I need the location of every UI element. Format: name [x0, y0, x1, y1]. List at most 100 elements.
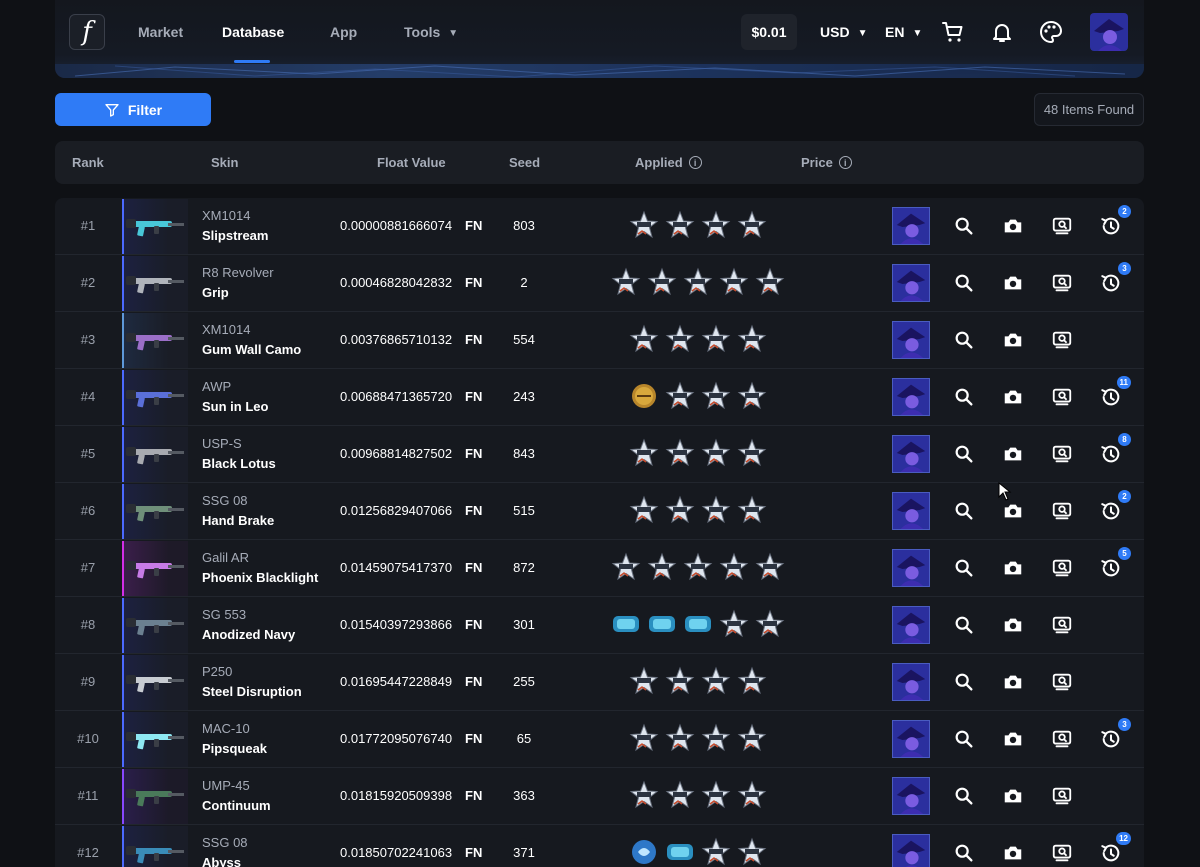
table-row[interactable]: #4 AWP Sun in Leo 0.00688471365720 FN 243 11 [55, 369, 1144, 426]
sticker-icon[interactable] [701, 381, 731, 411]
inspect-search-icon[interactable] [953, 842, 975, 864]
sticker-icon[interactable] [647, 552, 677, 582]
sticker-icon[interactable] [737, 495, 767, 525]
weapon-thumbnail[interactable] [122, 427, 188, 482]
table-row[interactable]: #12 SSG 08 Abyss 0.01850702241063 FN 371 12 [55, 825, 1144, 867]
owner-avatar[interactable] [892, 720, 930, 758]
sticker-icon[interactable] [665, 837, 695, 867]
inspect-in-game-icon[interactable] [1051, 671, 1073, 693]
inspect-search-icon[interactable] [953, 386, 975, 408]
info-icon[interactable]: i [838, 156, 852, 169]
currency-select[interactable]: USD ▼ [820, 24, 867, 40]
inspect-in-game-icon[interactable] [1051, 557, 1073, 579]
sticker-icon[interactable] [683, 552, 713, 582]
sticker-icon[interactable] [737, 324, 767, 354]
weapon-thumbnail[interactable] [122, 256, 188, 311]
history-button[interactable]: 2 [1100, 205, 1131, 237]
sticker-icon[interactable] [665, 495, 695, 525]
owner-avatar[interactable] [892, 207, 930, 245]
screenshot-camera-icon[interactable] [1002, 842, 1024, 864]
sticker-icon[interactable] [719, 552, 749, 582]
sticker-icon[interactable] [737, 723, 767, 753]
screenshot-camera-icon[interactable] [1002, 215, 1024, 237]
sticker-icon[interactable] [629, 495, 659, 525]
sticker-icon[interactable] [737, 210, 767, 240]
screenshot-camera-icon[interactable] [1002, 329, 1024, 351]
skin-name[interactable]: Continuum [202, 798, 271, 813]
sticker-icon[interactable] [701, 837, 731, 867]
table-row[interactable]: #3 XM1014 Gum Wall Camo 0.00376865710132 FN 5… [55, 312, 1144, 369]
nav-tools[interactable]: Tools ▼ [404, 24, 458, 40]
sticker-icon[interactable] [701, 210, 731, 240]
owner-avatar[interactable] [892, 492, 930, 530]
sticker-icon[interactable] [755, 552, 785, 582]
history-button[interactable]: 11 [1100, 376, 1131, 408]
table-row[interactable]: #1 XM1014 Slipstream 0.00000881666074 FN 803 2 [55, 198, 1144, 255]
weapon-thumbnail[interactable] [122, 769, 188, 824]
history-button[interactable]: 12 [1100, 832, 1131, 864]
bell-icon[interactable] [990, 20, 1014, 44]
inspect-in-game-icon[interactable] [1051, 728, 1073, 750]
skin-name[interactable]: Black Lotus [202, 456, 276, 471]
skin-name[interactable]: Abyss [202, 855, 241, 867]
sticker-icon[interactable] [629, 837, 659, 867]
inspect-search-icon[interactable] [953, 614, 975, 636]
inspect-search-icon[interactable] [953, 272, 975, 294]
nav-app[interactable]: App [330, 24, 357, 40]
history-button[interactable]: 3 [1100, 718, 1131, 750]
weapon-thumbnail[interactable] [122, 598, 188, 653]
site-logo[interactable]: f [69, 14, 105, 50]
sticker-icon[interactable] [683, 267, 713, 297]
skin-name[interactable]: Hand Brake [202, 513, 274, 528]
inspect-search-icon[interactable] [953, 785, 975, 807]
sticker-icon[interactable] [719, 267, 749, 297]
skin-name[interactable]: Grip [202, 285, 229, 300]
inspect-search-icon[interactable] [953, 557, 975, 579]
owner-avatar[interactable] [892, 264, 930, 302]
info-icon[interactable]: i [688, 156, 702, 169]
table-row[interactable]: #2 R8 Revolver Grip 0.00046828042832 FN 2 3 [55, 255, 1144, 312]
sticker-icon[interactable] [665, 381, 695, 411]
owner-avatar[interactable] [892, 378, 930, 416]
owner-avatar[interactable] [892, 435, 930, 473]
sticker-icon[interactable] [611, 609, 641, 639]
weapon-thumbnail[interactable] [122, 541, 188, 596]
history-button[interactable]: 5 [1100, 547, 1131, 579]
column-seed[interactable]: Seed [509, 155, 540, 170]
balance-display[interactable]: $0.01 [741, 14, 797, 50]
inspect-in-game-icon[interactable] [1051, 500, 1073, 522]
weapon-thumbnail[interactable] [122, 313, 188, 368]
sticker-icon[interactable] [629, 780, 659, 810]
inspect-search-icon[interactable] [953, 728, 975, 750]
skin-name[interactable]: Phoenix Blacklight [202, 570, 318, 585]
sticker-icon[interactable] [665, 666, 695, 696]
screenshot-camera-icon[interactable] [1002, 671, 1024, 693]
skin-name[interactable]: Gum Wall Camo [202, 342, 301, 357]
column-rank[interactable]: Rank [72, 155, 104, 170]
skin-name[interactable]: Pipsqueak [202, 741, 267, 756]
weapon-thumbnail[interactable] [122, 370, 188, 425]
sticker-icon[interactable] [737, 837, 767, 867]
sticker-icon[interactable] [755, 609, 785, 639]
column-float-value[interactable]: Float Value [377, 155, 446, 170]
sticker-icon[interactable] [737, 438, 767, 468]
language-select[interactable]: EN ▼ [885, 24, 922, 40]
inspect-search-icon[interactable] [953, 500, 975, 522]
sticker-icon[interactable] [737, 780, 767, 810]
sticker-icon[interactable] [755, 267, 785, 297]
weapon-thumbnail[interactable] [122, 712, 188, 767]
column-price[interactable]: Price i [801, 155, 852, 170]
table-row[interactable]: #5 USP-S Black Lotus 0.00968814827502 FN 843 8 [55, 426, 1144, 483]
sticker-icon[interactable] [701, 780, 731, 810]
sticker-icon[interactable] [665, 780, 695, 810]
screenshot-camera-icon[interactable] [1002, 386, 1024, 408]
screenshot-camera-icon[interactable] [1002, 557, 1024, 579]
table-row[interactable]: #7 Galil AR Phoenix Blacklight 0.0145907541… [55, 540, 1144, 597]
weapon-thumbnail[interactable] [122, 484, 188, 539]
inspect-in-game-icon[interactable] [1051, 272, 1073, 294]
sticker-icon[interactable] [665, 723, 695, 753]
sticker-icon[interactable] [665, 438, 695, 468]
table-row[interactable]: #11 UMP-45 Continuum 0.01815920509398 FN 363 [55, 768, 1144, 825]
sticker-icon[interactable] [701, 438, 731, 468]
skin-name[interactable]: Steel Disruption [202, 684, 302, 699]
